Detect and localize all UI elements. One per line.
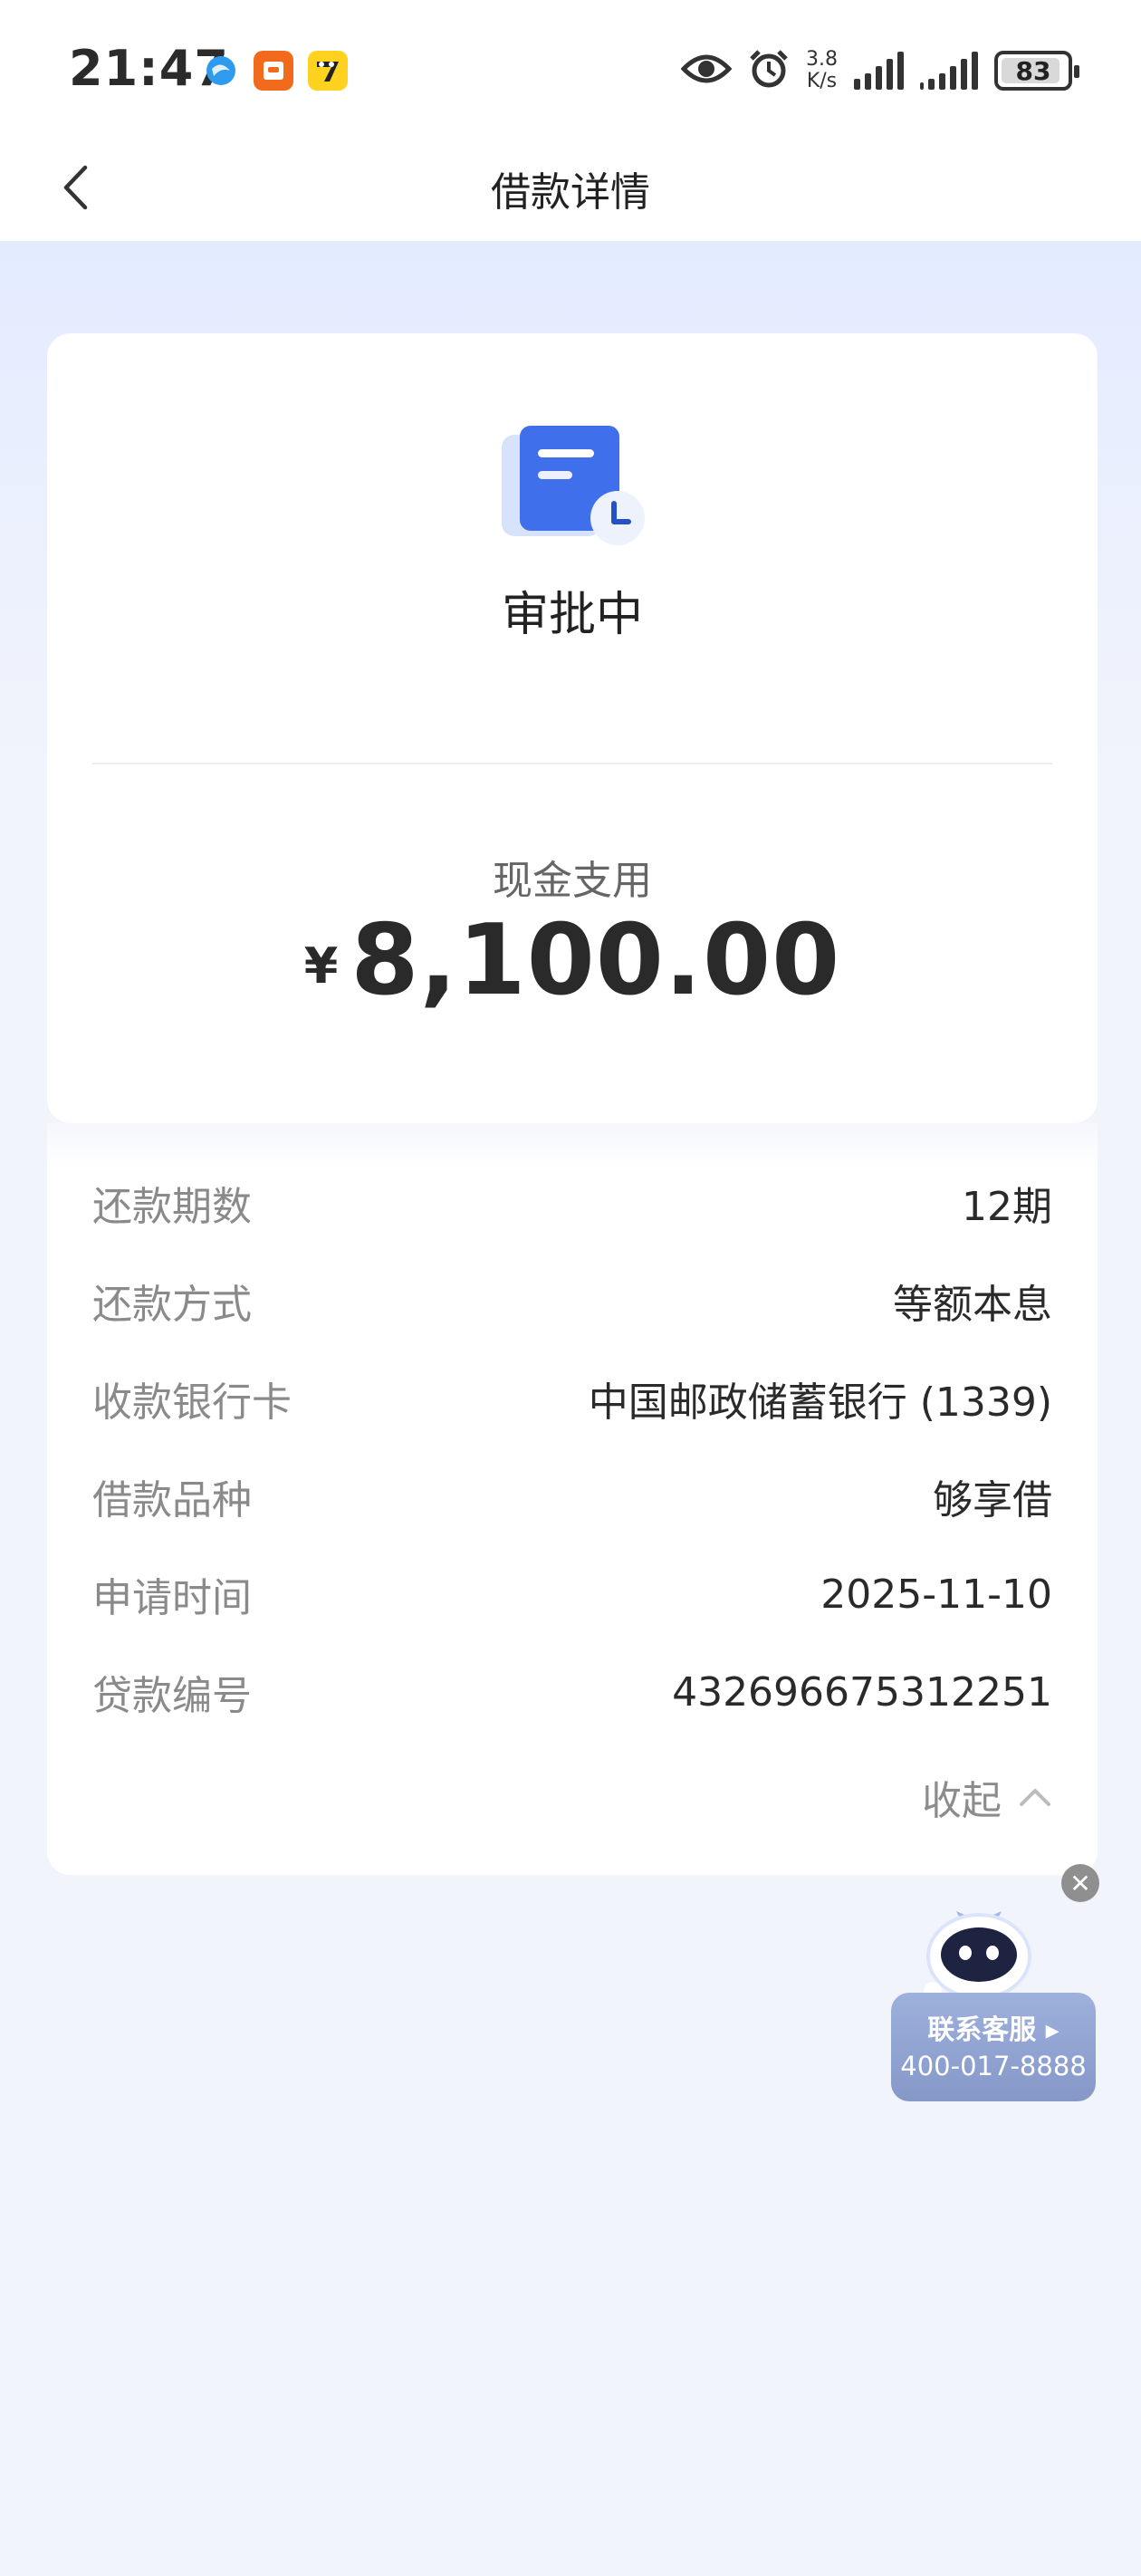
loan-details: 还款期数 12期 还款方式 等额本息 收款银行卡 中国邮政储蓄银行 (1339)… bbox=[47, 1123, 1098, 1875]
divider bbox=[92, 763, 1052, 764]
browser-app-icon bbox=[201, 51, 241, 91]
loan-status: 审批中 bbox=[501, 588, 643, 642]
detail-value: 等额本息 bbox=[893, 1282, 1052, 1328]
signal-icon bbox=[854, 52, 904, 90]
customer-service-widget[interactable]: ✕ 联系客服 ▸ 400-017-8888 bbox=[887, 1864, 1099, 2104]
shop-app-icon bbox=[254, 51, 293, 91]
nav-bar: 借款详情 bbox=[0, 136, 1141, 241]
status-bar: 21:47 3.8 K/s 83 bbox=[0, 0, 1141, 136]
eye-icon bbox=[680, 51, 733, 91]
loan-summary-card: 审批中 现金支用 ¥8,100.00 bbox=[47, 333, 1098, 1123]
chevron-up-icon bbox=[1020, 1789, 1050, 1806]
detail-value: 中国邮政储蓄银行 (1339) bbox=[588, 1379, 1052, 1426]
detail-value: 12期 bbox=[962, 1184, 1052, 1230]
detail-label: 贷款编号 bbox=[92, 1673, 252, 1719]
collapse-label: 收起 bbox=[922, 1778, 1002, 1824]
customer-service-button[interactable]: 联系客服 ▸ 400-017-8888 bbox=[891, 1993, 1096, 2101]
alarm-icon bbox=[748, 48, 790, 93]
document-clock-icon bbox=[500, 424, 654, 560]
robot-mascot-icon bbox=[920, 1897, 1038, 2005]
amount-label: 现金支用 bbox=[493, 858, 652, 904]
status-right: 3.8 K/s 83 bbox=[680, 43, 1079, 98]
detail-row-bank-card: 收款银行卡 中国邮政储蓄银行 (1339) bbox=[92, 1371, 1052, 1426]
detail-row-loan-number: 贷款编号 432696675312251 bbox=[92, 1665, 1052, 1720]
network-speed: 3.8 K/s bbox=[806, 48, 838, 92]
detail-row-product: 借款品种 够享借 bbox=[92, 1469, 1052, 1523]
page-title: 借款详情 bbox=[491, 169, 650, 216]
detail-row-apply-date: 申请时间 2025-11-10 bbox=[92, 1567, 1052, 1622]
detail-label: 还款期数 bbox=[92, 1184, 252, 1230]
detail-row-term: 还款期数 12期 bbox=[92, 1176, 1052, 1230]
detail-label: 借款品种 bbox=[92, 1477, 252, 1523]
amount-row: ¥8,100.00 bbox=[47, 904, 1098, 1017]
detail-value: 432696675312251 bbox=[672, 1668, 1052, 1716]
battery-icon: 83 bbox=[994, 51, 1079, 91]
customer-service-title: 联系客服 ▸ bbox=[927, 2014, 1060, 2046]
loan-amount: 8,100.00 bbox=[350, 904, 841, 1017]
detail-value: 2025-11-10 bbox=[820, 1571, 1052, 1618]
signal-icon-2 bbox=[920, 52, 978, 90]
customer-service-phone: 400-017-8888 bbox=[900, 2051, 1087, 2081]
detail-label: 还款方式 bbox=[92, 1282, 252, 1328]
detail-label: 申请时间 bbox=[92, 1575, 252, 1621]
cat-app-icon bbox=[308, 51, 348, 91]
currency-symbol: ¥ bbox=[303, 937, 339, 995]
detail-row-repayment-method: 还款方式 等额本息 bbox=[92, 1274, 1052, 1328]
detail-label: 收款银行卡 bbox=[92, 1379, 292, 1426]
detail-value: 够享借 bbox=[933, 1477, 1052, 1523]
collapse-button[interactable]: 收起 bbox=[922, 1768, 1052, 1826]
close-icon[interactable]: ✕ bbox=[1061, 1864, 1099, 1902]
